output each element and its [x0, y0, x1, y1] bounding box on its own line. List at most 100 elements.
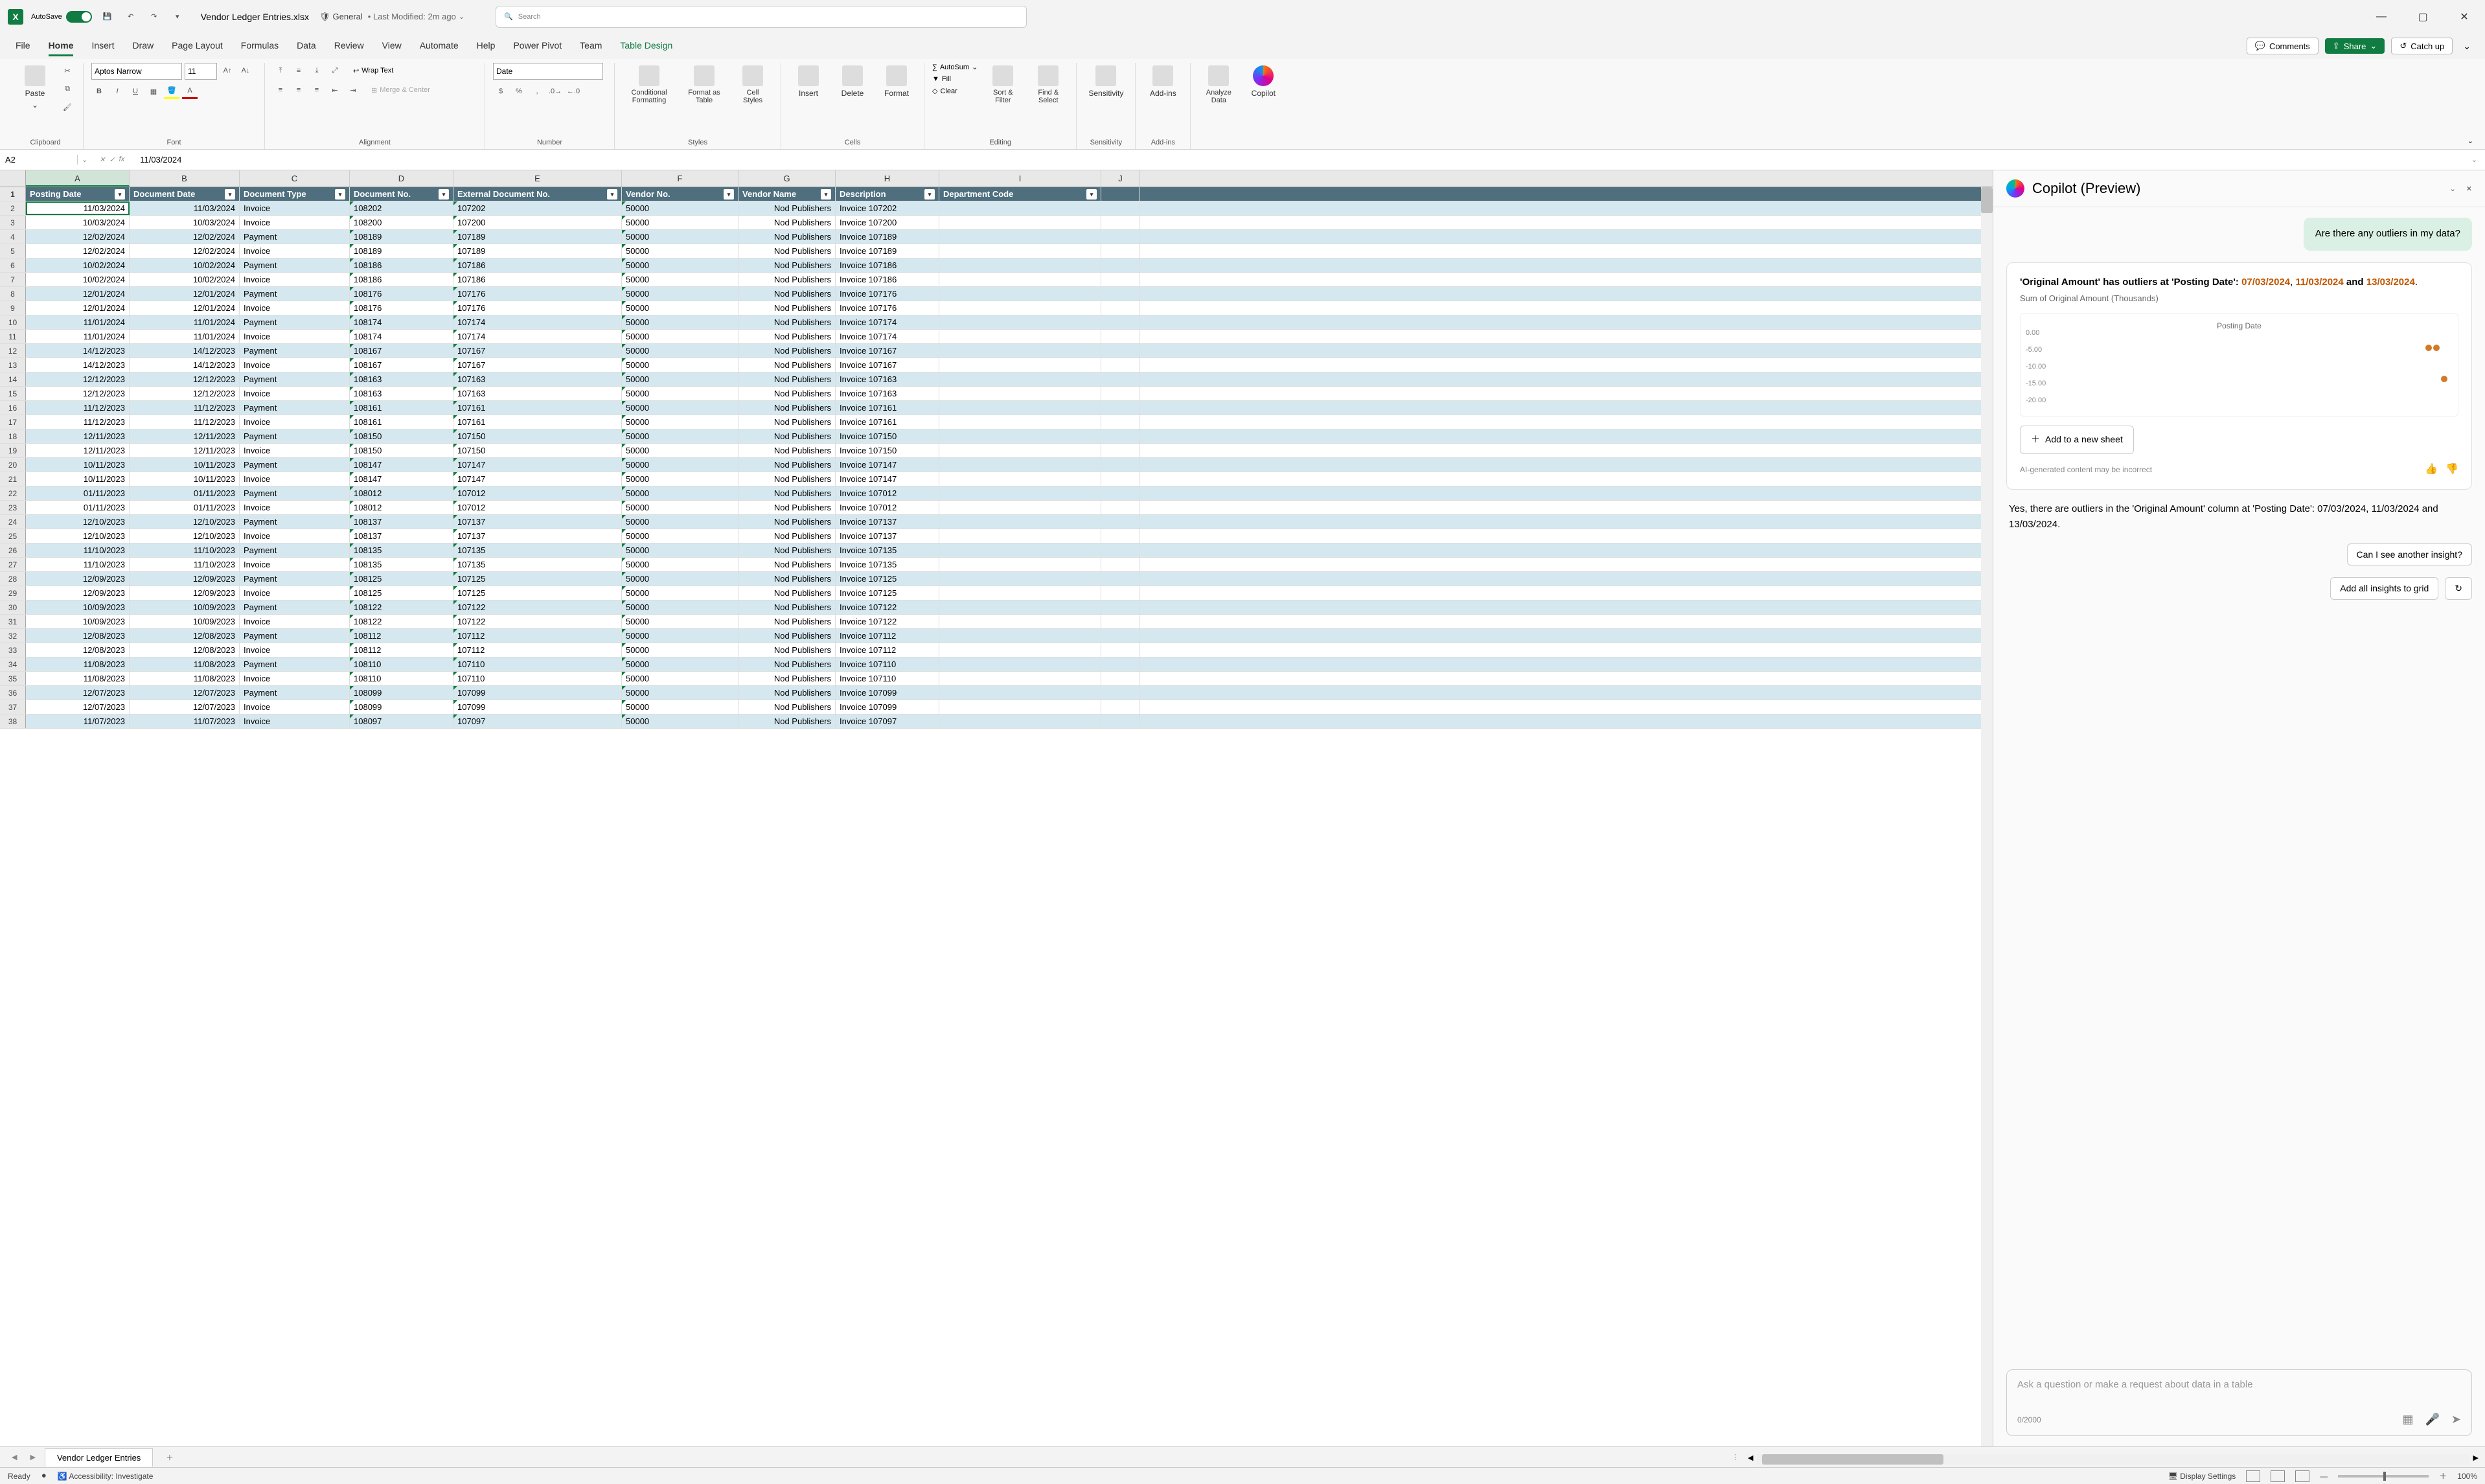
cell[interactable]: 11/08/2023: [130, 657, 240, 671]
align-left-icon[interactable]: ≡: [273, 82, 288, 98]
table-header-cell[interactable]: Department Code▾: [939, 187, 1101, 201]
cell[interactable]: 12/01/2024: [26, 287, 130, 301]
cell[interactable]: Invoice: [240, 672, 350, 685]
cell[interactable]: 50000: [622, 529, 739, 543]
cell[interactable]: [939, 558, 1101, 571]
cell[interactable]: [939, 444, 1101, 457]
sensitivity-badge[interactable]: 🛡 General: [319, 12, 363, 22]
cell[interactable]: 108135: [350, 558, 453, 571]
cell[interactable]: 108163: [350, 387, 453, 400]
cell[interactable]: [1101, 672, 1140, 685]
cell[interactable]: [1101, 572, 1140, 586]
cell[interactable]: 12/08/2023: [130, 643, 240, 657]
row-header[interactable]: 19: [0, 444, 26, 457]
cell[interactable]: Invoice: [240, 415, 350, 429]
redo-icon[interactable]: ↷: [146, 9, 162, 25]
table-header-cell[interactable]: [1101, 187, 1140, 201]
cell[interactable]: Payment: [240, 401, 350, 415]
cell[interactable]: 108099: [350, 700, 453, 714]
cell[interactable]: [939, 629, 1101, 643]
row-header[interactable]: 2: [0, 201, 26, 215]
column-header-G[interactable]: G: [739, 170, 836, 187]
menu-tab-automate[interactable]: Automate: [420, 36, 459, 56]
cell[interactable]: [1101, 387, 1140, 400]
cell[interactable]: 107200: [453, 216, 622, 229]
cell[interactable]: 12/02/2024: [130, 230, 240, 244]
cell[interactable]: [939, 230, 1101, 244]
cell[interactable]: 107110: [453, 672, 622, 685]
cell[interactable]: 50000: [622, 301, 739, 315]
customize-qat-icon[interactable]: ▾: [170, 9, 185, 25]
cell[interactable]: 12/08/2023: [130, 629, 240, 643]
macro-recorder-icon[interactable]: ⏺: [42, 1471, 46, 1481]
suggestion-another-insight[interactable]: Can I see another insight?: [2347, 543, 2472, 565]
cell[interactable]: [939, 686, 1101, 700]
cell[interactable]: 50000: [622, 230, 739, 244]
filename-label[interactable]: Vendor Ledger Entries.xlsx: [201, 12, 309, 22]
cell[interactable]: 108161: [350, 401, 453, 415]
sheet-nav-prev-icon[interactable]: ◀: [8, 1453, 21, 1461]
row-header[interactable]: 24: [0, 515, 26, 529]
sheet-tab[interactable]: Vendor Ledger Entries: [45, 1448, 153, 1467]
orientation-icon[interactable]: ⤢: [327, 63, 343, 78]
cell[interactable]: Nod Publishers: [739, 301, 836, 315]
menu-tab-draw[interactable]: Draw: [132, 36, 154, 56]
cell[interactable]: 50000: [622, 387, 739, 400]
cell[interactable]: Nod Publishers: [739, 315, 836, 329]
cell[interactable]: [939, 429, 1101, 443]
cell[interactable]: Invoice 107122: [836, 615, 939, 628]
cell[interactable]: [1101, 401, 1140, 415]
copilot-input-box[interactable]: Ask a question or make a request about d…: [2006, 1369, 2472, 1436]
cell[interactable]: 11/07/2023: [26, 714, 130, 728]
cell[interactable]: 12/11/2023: [26, 444, 130, 457]
format-button[interactable]: Format: [877, 63, 916, 100]
cell[interactable]: 11/03/2024: [130, 201, 240, 215]
cell[interactable]: 12/09/2023: [26, 572, 130, 586]
enter-formula-icon[interactable]: ✓: [109, 155, 115, 164]
cell[interactable]: 108099: [350, 686, 453, 700]
cell[interactable]: Nod Publishers: [739, 572, 836, 586]
cut-icon[interactable]: ✂: [60, 63, 75, 78]
cell[interactable]: Invoice 107167: [836, 344, 939, 358]
cell[interactable]: 108147: [350, 458, 453, 472]
share-button[interactable]: ⇪Share ⌄: [2325, 38, 2385, 54]
cell[interactable]: 108150: [350, 444, 453, 457]
cell[interactable]: Invoice 107176: [836, 287, 939, 301]
cell[interactable]: Invoice 107189: [836, 230, 939, 244]
align-middle-icon[interactable]: ≡: [291, 63, 306, 78]
cell[interactable]: 107202: [453, 201, 622, 215]
name-box-dropdown-icon[interactable]: ⌄: [78, 155, 91, 164]
row-header[interactable]: 38: [0, 714, 26, 728]
minimize-icon[interactable]: —: [2368, 4, 2394, 30]
row-header[interactable]: 10: [0, 315, 26, 329]
cell[interactable]: Payment: [240, 543, 350, 557]
cell[interactable]: 50000: [622, 315, 739, 329]
cell[interactable]: 12/01/2024: [130, 287, 240, 301]
cell[interactable]: Invoice 107186: [836, 273, 939, 286]
cell[interactable]: 107174: [453, 330, 622, 343]
number-format-select[interactable]: [493, 63, 603, 80]
table-header-cell[interactable]: Document Type▾: [240, 187, 350, 201]
cell[interactable]: 50000: [622, 586, 739, 600]
cell[interactable]: 10/03/2024: [130, 216, 240, 229]
cell[interactable]: Nod Publishers: [739, 600, 836, 614]
cell[interactable]: 12/11/2023: [130, 429, 240, 443]
cell[interactable]: Nod Publishers: [739, 501, 836, 514]
row-header[interactable]: 28: [0, 572, 26, 586]
fx-icon[interactable]: fx: [119, 155, 125, 164]
table-header-cell[interactable]: Vendor No.▾: [622, 187, 739, 201]
cell[interactable]: 14/12/2023: [130, 358, 240, 372]
cell[interactable]: 12/08/2023: [26, 643, 130, 657]
cell[interactable]: Invoice 107110: [836, 657, 939, 671]
sensitivity-button[interactable]: Sensitivity: [1084, 63, 1127, 100]
row-header[interactable]: 6: [0, 258, 26, 272]
filter-dropdown-icon[interactable]: ▾: [439, 189, 449, 200]
cell[interactable]: 50000: [622, 600, 739, 614]
cell[interactable]: [939, 315, 1101, 329]
cell[interactable]: 12/10/2023: [130, 515, 240, 529]
cell[interactable]: Invoice 107135: [836, 558, 939, 571]
cell[interactable]: 108012: [350, 486, 453, 500]
cell[interactable]: 108137: [350, 515, 453, 529]
cell[interactable]: [939, 543, 1101, 557]
cell[interactable]: 107189: [453, 230, 622, 244]
